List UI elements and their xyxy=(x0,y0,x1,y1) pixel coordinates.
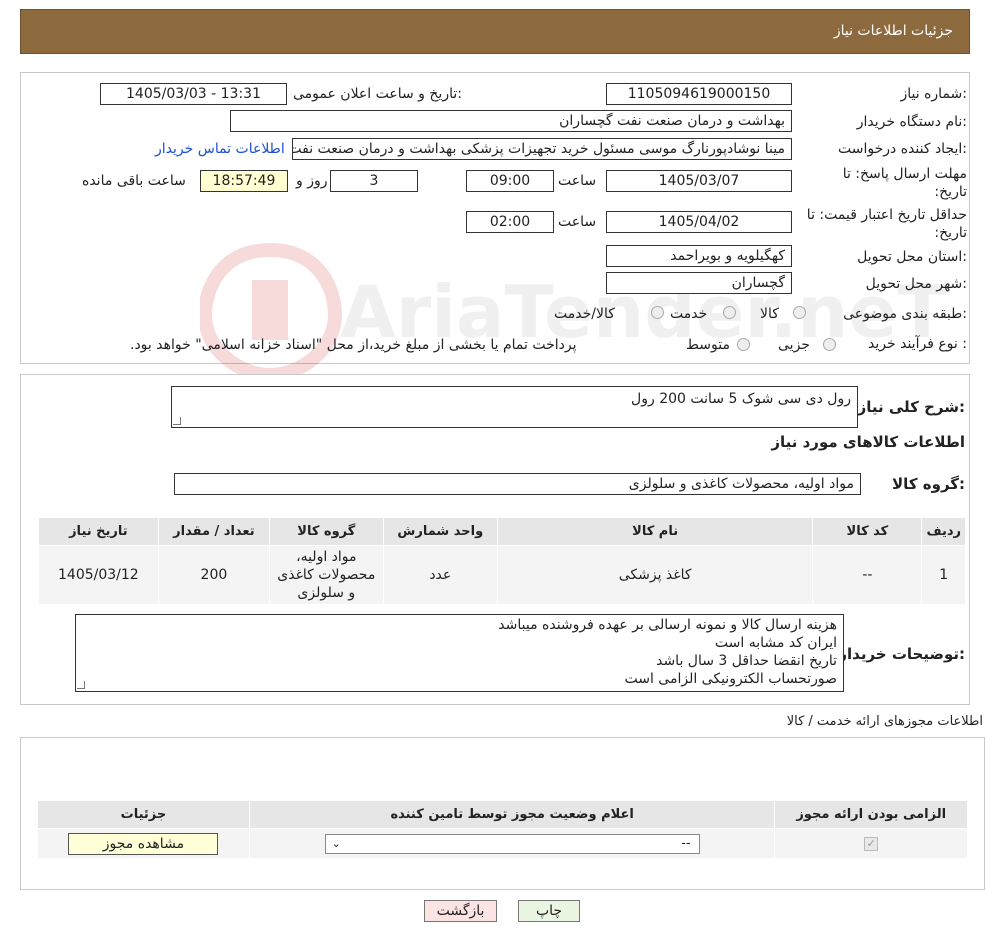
cell-permit-status: -- ⌄ xyxy=(248,828,776,859)
deadline-time-field: 09:00 xyxy=(466,170,554,192)
province-label: استان محل تحویل: xyxy=(857,249,967,265)
category-option-goods-service: کالا/خدمت xyxy=(554,306,615,322)
permit-status-select[interactable]: -- ⌄ xyxy=(324,833,700,854)
deadline-date-field: 1405/03/07 xyxy=(606,170,792,192)
col-row: ردیف xyxy=(921,517,966,546)
cell-unit: عدد xyxy=(382,545,499,605)
goods-table-header: ردیف کد کالا نام کالا واحد شمارش گروه کا… xyxy=(38,517,966,546)
goods-section-title: اطلاعات کالاهای مورد نیاز xyxy=(771,433,965,451)
print-button[interactable]: چاپ xyxy=(518,900,580,922)
category-radio-goods[interactable] xyxy=(793,306,806,319)
table-row: 1 -- کاغذ پزشکی عدد مواد اولیه، محصولات … xyxy=(38,545,966,605)
deadline-time-label: ساعت xyxy=(558,173,597,189)
validity-date-field: 1405/04/02 xyxy=(606,211,792,233)
deadline-label-line2: تاریخ: xyxy=(934,184,967,200)
buyer-notes-label: توضیحات خریدار: xyxy=(838,645,965,663)
cell-permit-required: ✓ xyxy=(774,828,968,859)
col-permit-status: اعلام وضعیت مجوز توسط تامین کننده xyxy=(248,800,776,829)
permit-required-checkbox[interactable]: ✓ xyxy=(864,836,879,851)
permit-status-value: -- xyxy=(681,835,691,851)
remaining-time-field: 18:57:49 xyxy=(200,170,288,192)
deadline-label-line1: مهلت ارسال پاسخ: تا xyxy=(842,166,967,182)
goods-group-field: مواد اولیه، محصولات کاغذی و سلولزی xyxy=(174,473,861,495)
validity-time-label: ساعت xyxy=(558,214,597,230)
need-number-field: 1105094619000150 xyxy=(606,83,792,105)
resize-handle-icon xyxy=(77,681,85,689)
remaining-label: ساعت باقی مانده xyxy=(82,173,186,189)
category-option-goods: کالا xyxy=(760,306,779,322)
col-name: نام کالا xyxy=(496,517,814,546)
process-radio-minor[interactable] xyxy=(823,338,836,351)
process-label: نوع فرآیند خرید : xyxy=(868,336,967,352)
process-option-medium: متوسط xyxy=(686,337,730,353)
buyer-note-line: ایران کد مشابه است xyxy=(714,635,837,651)
resize-handle-icon xyxy=(173,417,181,425)
city-label: شهر محل تحویل: xyxy=(865,276,967,292)
back-button[interactable]: بازگشت xyxy=(424,900,497,922)
buyer-note-line: صورتحساب الکترونیکی الزامی است xyxy=(624,671,837,687)
col-code: کد کالا xyxy=(812,517,923,546)
buyer-org-label: نام دستگاه خریدار: xyxy=(856,114,967,130)
buyer-note-line: هزینه ارسال کالا و نمونه ارسالی بر عهده … xyxy=(498,617,837,633)
category-radio-service[interactable] xyxy=(723,306,736,319)
col-qty: تعداد / مقدار xyxy=(157,517,271,546)
deadline-label: مهلت ارسال پاسخ: تا تاریخ: xyxy=(807,165,967,201)
chevron-down-icon: ⌄ xyxy=(331,836,341,850)
view-permit-button[interactable]: مشاهده مجوز xyxy=(68,832,219,855)
category-label: طبقه بندی موضوعی: xyxy=(843,306,967,322)
category-radio-goods-service[interactable] xyxy=(651,306,664,319)
goods-table: ردیف کد کالا نام کالا واحد شمارش گروه کا… xyxy=(38,517,966,605)
permits-section-title: اطلاعات مجوزهای ارائه خدمت / کالا xyxy=(786,714,983,729)
cell-row: 1 xyxy=(921,545,966,605)
validity-time-field: 02:00 xyxy=(466,211,554,233)
days-count-field: 3 xyxy=(330,170,418,192)
col-permit-required: الزامی بودن ارائه مجوز xyxy=(774,800,968,829)
cell-name: کاغذ پزشکی xyxy=(496,545,814,605)
col-unit: واحد شمارش xyxy=(382,517,499,546)
validity-label-line2: تاریخ: xyxy=(934,225,967,241)
table-row: ✓ -- ⌄ مشاهده مجوز xyxy=(37,828,968,859)
permits-table-header: الزامی بودن ارائه مجوز اعلام وضعیت مجوز … xyxy=(37,800,968,829)
category-option-service: خدمت xyxy=(670,306,708,322)
permits-table: الزامی بودن ارائه مجوز اعلام وضعیت مجوز … xyxy=(37,800,968,859)
cell-group: مواد اولیه، محصولات کاغذی و سلولزی xyxy=(269,545,384,605)
buyer-notes-textarea[interactable]: هزینه ارسال کالا و نمونه ارسالی بر عهده … xyxy=(75,614,844,692)
description-label: شرح کلی نیاز: xyxy=(857,398,965,416)
description-textarea[interactable]: رول دی سی شوک 5 سانت 200 رول xyxy=(171,386,858,428)
province-field: کهگیلویه و بویراحمد xyxy=(606,245,792,267)
col-date: تاریخ نیاز xyxy=(38,517,159,546)
process-radio-medium[interactable] xyxy=(737,338,750,351)
cell-date: 1405/03/12 xyxy=(38,545,159,605)
cell-qty: 200 xyxy=(157,545,271,605)
col-permit-details: جزئیات xyxy=(37,800,250,829)
creator-label: ایجاد کننده درخواست: xyxy=(838,141,967,157)
process-option-minor: جزیی xyxy=(778,337,810,353)
validity-label-line1: حداقل تاریخ اعتبار قیمت: تا xyxy=(806,207,967,223)
page-header: جزئیات اطلاعات نیاز xyxy=(20,9,970,54)
buyer-contact-link[interactable]: اطلاعات تماس خریدار xyxy=(155,141,285,157)
cell-code: -- xyxy=(812,545,923,605)
announce-label: تاریخ و ساعت اعلان عمومی: xyxy=(293,86,462,102)
col-group: گروه کالا xyxy=(269,517,384,546)
buyer-org-field: بهداشت و درمان صنعت نفت گچساران xyxy=(230,110,792,132)
days-label: روز و xyxy=(296,173,328,189)
validity-label: حداقل تاریخ اعتبار قیمت: تا تاریخ: xyxy=(787,206,967,242)
city-field: گچساران xyxy=(606,272,792,294)
process-note: پرداخت تمام یا بخشی از مبلغ خرید،از محل … xyxy=(130,337,577,353)
goods-group-label: گروه کالا: xyxy=(892,475,965,493)
announce-field: 1405/03/03 - 13:31 xyxy=(100,83,287,105)
creator-field: مینا نوشادپورنارگ موسی مسئول خرید تجهیزا… xyxy=(292,138,792,160)
buyer-note-line: تاریخ انقضا حداقل 3 سال باشد xyxy=(656,653,837,669)
cell-permit-details: مشاهده مجوز xyxy=(37,828,250,859)
need-number-label: شماره نیاز: xyxy=(900,86,967,102)
page-title: جزئیات اطلاعات نیاز xyxy=(833,23,953,39)
